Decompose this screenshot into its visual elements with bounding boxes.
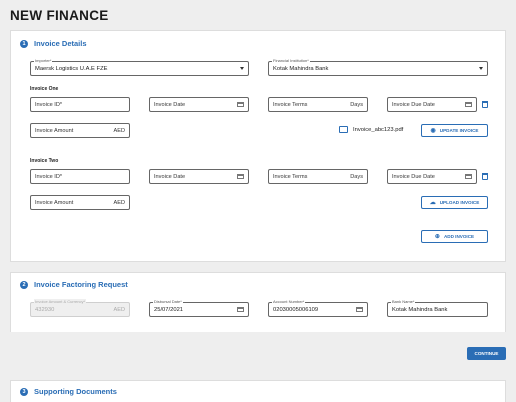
invoice-two-due-date-input[interactable]: Invoice Due Date	[387, 169, 477, 184]
invoice-details-header: 1 Invoice Details	[20, 39, 87, 48]
factoring-header: 2 Invoice Factoring Request	[20, 280, 128, 289]
aed-suffix: AED	[113, 127, 125, 134]
invoice-amount-currency-label: Invoice Amount & Currency*	[34, 299, 87, 304]
page-title: NEW FINANCE	[10, 8, 109, 23]
account-number-label: Account Number*	[272, 299, 306, 304]
importer-select[interactable]: Importer* Maersk Logistics U.A.E FZE	[30, 58, 249, 76]
disbursal-date-input[interactable]: Disbursal Date* 25/07/2021	[149, 299, 249, 317]
step-number-3: 3	[20, 387, 28, 396]
calendar-icon[interactable]	[237, 174, 244, 179]
invoice-terms-placeholder: Invoice Terms	[273, 173, 308, 180]
invoice-two-terms-input[interactable]: Invoice Terms Days	[268, 169, 368, 184]
invoice-terms-placeholder: Invoice Terms	[273, 101, 308, 108]
eye-icon: ◉	[430, 127, 436, 134]
step-number-2: 2	[20, 280, 28, 289]
disbursal-date-value: 25/07/2021	[154, 306, 184, 313]
file-name: Invoice_abc123.pdf	[353, 126, 404, 133]
account-number-value: 02030005006109	[273, 306, 319, 313]
invoice-two-amount-input[interactable]: Invoice Amount AED	[30, 195, 130, 210]
importer-value: Maersk Logistics U.A.E FZE	[35, 65, 108, 72]
continue-button[interactable]: CONTINUE	[467, 347, 506, 360]
invoice-one-label: Invoice One	[30, 86, 59, 92]
invoice-amount-currency-input: Invoice Amount & Currency* 432930 AED	[30, 299, 130, 317]
plus-circle-icon: ⊕	[434, 233, 440, 240]
invoice-amount-value: 432930	[35, 306, 55, 313]
add-invoice-label: ADD INVOICE	[443, 234, 475, 239]
invoice-one-id-input[interactable]: Invoice ID*	[30, 97, 130, 112]
document-icon	[339, 126, 348, 133]
add-invoice-button[interactable]: ⊕ ADD INVOICE	[421, 230, 488, 243]
invoice-one-amount-input[interactable]: Invoice Amount AED	[30, 123, 130, 138]
invoice-amount-placeholder: Invoice Amount	[35, 127, 74, 134]
supporting-documents-title: Supporting Documents	[34, 387, 117, 396]
bank-name-value: Kotak Mahindra Bank	[392, 306, 448, 313]
calendar-icon[interactable]	[465, 174, 472, 179]
aed-suffix: AED	[113, 306, 125, 313]
update-invoice-button[interactable]: ◉ UPDATE INVOICE	[421, 124, 488, 137]
calendar-icon[interactable]	[237, 307, 244, 312]
importer-label: Importer*	[34, 58, 53, 63]
invoice-date-placeholder: Invoice Date	[154, 173, 186, 180]
invoice-two-date-input[interactable]: Invoice Date	[149, 169, 249, 184]
invoice-details-card: 1 Invoice Details Importer* Maersk Logis…	[10, 30, 506, 262]
invoice-one-due-date-input[interactable]: Invoice Due Date	[387, 97, 477, 112]
invoice-date-placeholder: Invoice Date	[154, 101, 186, 108]
upload-invoice-button[interactable]: ☁ UPLOAD INVOICE	[421, 196, 488, 209]
calendar-icon[interactable]	[356, 307, 363, 312]
disbursal-date-label: Disbursal Date*	[153, 299, 183, 304]
cloud-upload-icon: ☁	[429, 199, 436, 206]
trash-icon[interactable]	[482, 101, 488, 108]
trash-icon[interactable]	[482, 173, 488, 180]
update-invoice-label: UPDATE INVOICE	[439, 128, 479, 133]
invoice-one-terms-input[interactable]: Invoice Terms Days	[268, 97, 368, 112]
calendar-icon[interactable]	[465, 102, 472, 107]
invoice-amount-placeholder: Invoice Amount	[35, 199, 74, 206]
factoring-title: Invoice Factoring Request	[34, 280, 128, 289]
chevron-down-icon	[240, 67, 244, 70]
invoice-two-id-input[interactable]: Invoice ID*	[30, 169, 130, 184]
days-suffix: Days	[350, 101, 363, 108]
attached-file[interactable]: Invoice_abc123.pdf	[339, 126, 403, 133]
financial-institution-value: Kotak Mahindra Bank	[273, 65, 329, 72]
days-suffix: Days	[350, 173, 363, 180]
financial-institution-select[interactable]: Financial Institution* Kotak Mahindra Ba…	[268, 58, 488, 76]
bank-name-input[interactable]: Bank Name* Kotak Mahindra Bank	[387, 299, 488, 317]
account-number-select[interactable]: Account Number* 02030005006109	[268, 299, 368, 317]
invoice-one-date-input[interactable]: Invoice Date	[149, 97, 249, 112]
financial-institution-label: Financial Institution*	[272, 58, 310, 63]
upload-invoice-label: UPLOAD INVOICE	[439, 200, 480, 205]
supporting-documents-card[interactable]: 3 Supporting Documents	[10, 380, 506, 402]
aed-suffix: AED	[113, 199, 125, 206]
invoice-due-date-placeholder: Invoice Due Date	[392, 173, 435, 180]
supporting-documents-header[interactable]: 3 Supporting Documents	[20, 387, 117, 396]
chevron-down-icon	[479, 67, 483, 70]
invoice-due-date-placeholder: Invoice Due Date	[392, 101, 435, 108]
invoice-details-title: Invoice Details	[34, 39, 87, 48]
invoice-two-label: Invoice Two	[30, 158, 59, 164]
factoring-card: 2 Invoice Factoring Request Invoice Amou…	[10, 272, 506, 332]
invoice-id-placeholder: Invoice ID*	[35, 101, 63, 108]
bank-name-label: Bank Name*	[391, 299, 416, 304]
invoice-id-placeholder: Invoice ID*	[35, 173, 63, 180]
step-number-1: 1	[20, 39, 28, 48]
calendar-icon[interactable]	[237, 102, 244, 107]
